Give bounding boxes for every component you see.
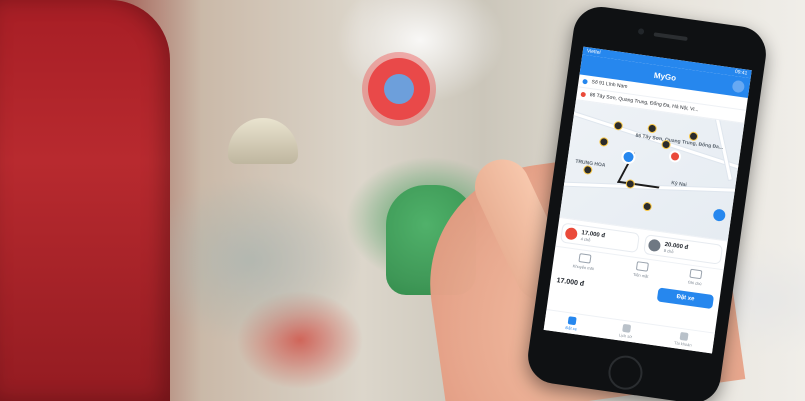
option-cash[interactable]: Tiền mặt — [633, 261, 650, 279]
history-icon — [622, 323, 632, 333]
home-button[interactable] — [606, 353, 645, 392]
option-label: Tiền mặt — [632, 271, 649, 279]
nearby-motorbike-icon — [599, 137, 608, 146]
nearby-motorbike-icon — [662, 140, 671, 149]
front-camera-icon — [637, 28, 645, 35]
total-price: 17.000 đ — [556, 276, 585, 288]
option-promo[interactable]: Khuyến mãi — [572, 252, 595, 271]
nearby-motorbike-icon — [583, 165, 592, 174]
nav-account[interactable]: Tài khoản — [673, 331, 693, 348]
nav-label: Tài khoản — [673, 340, 692, 348]
book-icon — [567, 316, 577, 326]
option-label: Ghi chú — [687, 279, 702, 287]
locate-me-icon[interactable] — [712, 208, 727, 222]
nearby-motorbike-icon — [648, 124, 657, 133]
nav-label: Đặt xe — [565, 324, 578, 332]
pickup-pin-icon — [582, 78, 588, 85]
pickup-text: Số 91 Lĩnh Nam — [591, 79, 628, 91]
red-coat — [0, 0, 170, 401]
car-icon — [647, 238, 662, 253]
end-marker-icon — [668, 149, 682, 164]
traffic-sign — [368, 58, 430, 120]
option-note[interactable]: Ghi chú — [687, 268, 704, 287]
option-label: Khuyến mãi — [572, 263, 595, 272]
motorbike-icon — [564, 226, 579, 241]
phone-screen: Viettel 09:41 MyGo Số 91 Lĩnh Nam 86 Tây… — [543, 46, 752, 354]
nearby-motorbike-icon — [689, 132, 698, 141]
bottom-nav: Đặt xe Lịch sử Tài khoản — [543, 309, 715, 354]
dropoff-pin-icon — [580, 91, 587, 97]
book-ride-button[interactable]: Đặt xe — [656, 287, 715, 310]
map-view[interactable]: TRUNG HOA 86 Tây Sơn, Quang Trung, Đống … — [559, 100, 745, 241]
nav-history[interactable]: Lịch sử — [619, 323, 634, 339]
note-icon — [689, 268, 703, 280]
background-photo: Viettel 09:41 MyGo Số 91 Lĩnh Nam 86 Tây… — [0, 0, 805, 401]
profile-icon[interactable] — [731, 79, 746, 94]
nav-book[interactable]: Đặt xe — [565, 316, 578, 331]
nearby-motorbike-icon — [643, 202, 652, 211]
helmet — [228, 118, 298, 164]
account-icon — [679, 331, 689, 341]
earpiece — [653, 32, 688, 42]
promo-icon — [577, 253, 592, 264]
cash-icon — [635, 261, 649, 272]
nav-label: Lịch sử — [618, 332, 633, 340]
app-title: MyGo — [653, 70, 677, 83]
